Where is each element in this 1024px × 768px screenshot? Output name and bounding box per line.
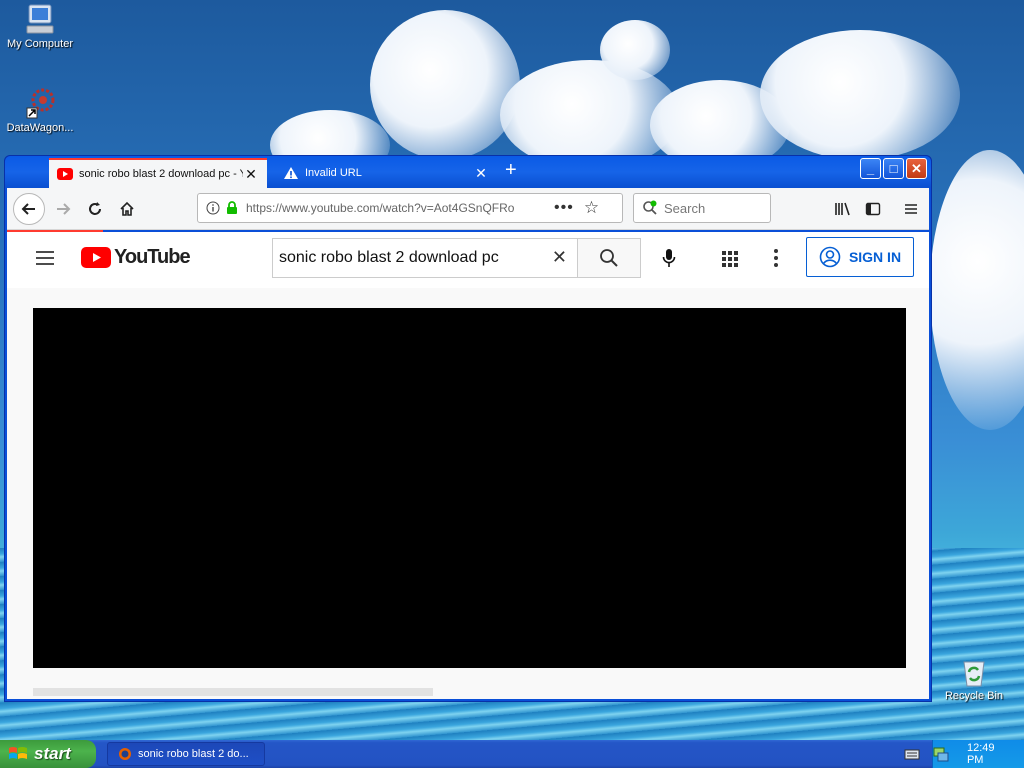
tab-invalid-url[interactable]: Invalid URL ✕ (275, 158, 497, 188)
desktop-icon-datawagon[interactable]: DataWagon... (0, 86, 80, 134)
clear-search-icon[interactable]: ✕ (552, 247, 567, 268)
youtube-favicon (57, 168, 73, 180)
forward-arrow-icon (57, 203, 71, 215)
desktop-icon-label: Recycle Bin (944, 690, 1004, 702)
page-actions-icon[interactable]: ••• (554, 199, 574, 217)
cloud (600, 20, 670, 80)
menu-button[interactable] (897, 195, 925, 223)
home-icon (120, 201, 134, 216)
youtube-search-button[interactable] (577, 238, 641, 278)
sign-in-label: SIGN IN (848, 249, 902, 265)
youtube-search-value: sonic robo blast 2 download pc (279, 249, 499, 266)
datawagon-icon (26, 88, 55, 119)
bookmark-star-icon[interactable]: ☆ (584, 198, 599, 218)
maximize-button[interactable]: □ (883, 158, 904, 179)
tab-youtube[interactable]: sonic robo blast 2 download pc - YouTube… (49, 158, 267, 188)
youtube-logo[interactable]: YouTube (81, 246, 191, 269)
desktop-icon-recycle-bin[interactable]: Recycle Bin (934, 656, 1014, 702)
youtube-menu-button[interactable] (35, 250, 55, 269)
url-text[interactable]: https://www.youtube.com/watch?v=Aot4GSnQ… (246, 201, 546, 215)
minimize-button[interactable]: _ (860, 158, 881, 179)
nav-toolbar: https://www.youtube.com/watch?v=Aot4GSnQ… (7, 188, 929, 230)
apps-button[interactable] (721, 250, 739, 271)
url-bar[interactable]: https://www.youtube.com/watch?v=Aot4GSnQ… (197, 193, 623, 223)
hamburger-icon (36, 251, 54, 265)
warning-icon (284, 167, 298, 179)
home-button[interactable] (113, 195, 141, 223)
youtube-header: YouTube sonic robo blast 2 download pc ✕ (7, 232, 929, 288)
tab-title: sonic robo blast 2 download pc - YouTube (79, 168, 243, 180)
lock-icon[interactable] (226, 201, 238, 215)
hamburger-icon (905, 204, 917, 214)
new-tab-icon[interactable]: + (505, 159, 525, 183)
search-icon (600, 249, 618, 267)
close-tab-icon[interactable]: ✕ (243, 166, 259, 183)
start-label: start (34, 744, 71, 763)
page-content: YouTube sonic robo blast 2 download pc ✕ (7, 232, 929, 699)
cloud (370, 10, 520, 160)
start-button[interactable]: start (0, 740, 96, 768)
back-arrow-icon (21, 203, 35, 215)
network-tray-icon[interactable] (933, 746, 949, 762)
video-player[interactable] (33, 308, 906, 668)
forward-button[interactable] (49, 195, 77, 223)
sidebar-icon (865, 202, 881, 216)
apps-grid-icon (722, 251, 738, 267)
youtube-search-input[interactable]: sonic robo blast 2 download pc ✕ (272, 238, 578, 278)
taskbar-item-label: sonic robo blast 2 do... (138, 748, 249, 760)
more-vertical-icon (774, 249, 778, 267)
voice-search-button[interactable] (662, 248, 676, 271)
taskbar-item-browser[interactable]: sonic robo blast 2 do... (107, 742, 265, 766)
sidebar-button[interactable] (859, 195, 887, 223)
clock[interactable]: 12:49 PM (967, 742, 1014, 766)
taskbar: start sonic robo blast 2 do... 12:49 PM (0, 740, 1024, 768)
system-tray: 12:49 PM (932, 740, 1024, 768)
account-icon (819, 246, 841, 268)
browser-search-field[interactable]: Search (633, 193, 771, 223)
search-icon (643, 200, 657, 215)
reload-icon (89, 202, 101, 215)
horizontal-scrollbar[interactable] (33, 688, 433, 696)
desktop-icon-label: DataWagon... (6, 122, 74, 134)
cloud (760, 30, 960, 160)
title-bar[interactable]: sonic robo blast 2 download pc - YouTube… (5, 156, 931, 188)
reload-button[interactable] (81, 195, 109, 223)
desktop-icon-my-computer[interactable]: My Computer (0, 2, 80, 50)
my-computer-icon (26, 4, 54, 34)
youtube-logo-text: YouTube (114, 246, 191, 268)
browser-window: sonic robo blast 2 download pc - YouTube… (4, 155, 932, 702)
library-icon (835, 202, 850, 216)
back-button[interactable] (13, 193, 45, 225)
search-placeholder: Search (664, 200, 706, 216)
sign-in-button[interactable]: SIGN IN (806, 237, 914, 277)
close-button[interactable]: ✕ (906, 158, 927, 179)
recycle-bin-icon (963, 661, 985, 687)
youtube-logo-icon (81, 247, 111, 268)
firefox-icon (119, 748, 131, 760)
settings-menu-button[interactable] (773, 248, 779, 271)
close-tab-icon[interactable]: ✕ (473, 165, 489, 182)
info-icon[interactable] (206, 201, 220, 215)
library-button[interactable] (829, 195, 857, 223)
desktop-icon-label: My Computer (6, 38, 74, 50)
windows-logo-icon (9, 747, 27, 759)
tab-title: Invalid URL (305, 167, 362, 179)
microphone-icon (662, 249, 676, 267)
keyboard-icon[interactable] (904, 747, 920, 764)
cloud (930, 150, 1024, 430)
